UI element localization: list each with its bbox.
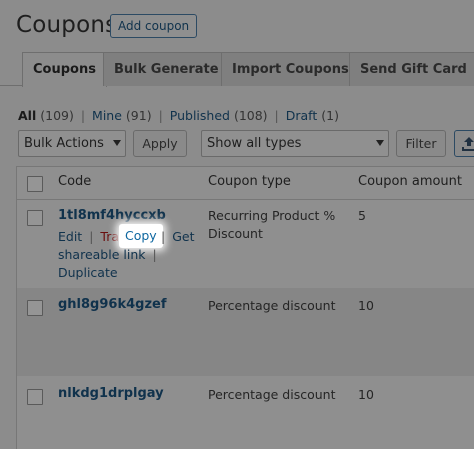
table-header-divider (16, 199, 474, 200)
row-actions-line3: Duplicate (58, 265, 118, 280)
edit-action[interactable]: Edit (58, 229, 82, 244)
coupon-type: Recurring Product % (208, 208, 336, 223)
row-actions-cont: | Get (158, 229, 194, 244)
filter-published[interactable]: Published (170, 108, 230, 123)
filter-all[interactable]: All (18, 108, 36, 123)
tab-coupons[interactable]: Coupons (22, 52, 107, 87)
chevron-down-icon (113, 140, 121, 146)
row-actions-line2: shareable link | (58, 247, 160, 262)
export-button[interactable] (454, 130, 474, 157)
get-shareable-link-action[interactable]: Get (172, 229, 194, 244)
filter-draft[interactable]: Draft (286, 108, 318, 123)
bulk-actions-select[interactable]: Bulk Actions (18, 130, 126, 157)
action-separator: | (152, 247, 157, 262)
coupon-type-value: Show all types (207, 136, 302, 151)
coupon-code-link[interactable]: 1tl8mf4hyccxb (58, 208, 166, 223)
page-title: Coupons (16, 12, 118, 38)
upload-icon (462, 137, 474, 151)
column-header-code[interactable]: Code (58, 174, 91, 189)
column-header-coupon-type: Coupon type (208, 174, 291, 189)
coupon-amount: 5 (358, 208, 366, 223)
bulk-actions-value: Bulk Actions (24, 136, 104, 151)
coupon-code-link[interactable]: nlkdg1drplgay (58, 386, 164, 401)
tab-send-gift-card[interactable]: Send Gift Card (349, 52, 474, 86)
coupon-type-line2: Discount (208, 226, 263, 241)
coupon-type: Percentage discount (208, 298, 336, 313)
add-coupon-button[interactable]: Add coupon (110, 14, 198, 38)
tab-bulk-generate[interactable]: Bulk Generate (103, 52, 230, 86)
row-checkbox[interactable] (27, 389, 43, 405)
chevron-down-icon (376, 140, 384, 146)
coupon-type: Percentage discount (208, 387, 336, 402)
copy-action[interactable]: Copy (119, 224, 163, 248)
get-shareable-link-action-cont[interactable]: shareable link (58, 247, 146, 262)
coupon-type-select[interactable]: Show all types (201, 130, 389, 157)
select-all-checkbox[interactable] (27, 176, 43, 192)
action-separator: | (89, 229, 94, 244)
coupon-amount: 10 (358, 387, 374, 402)
row-checkbox[interactable] (27, 300, 43, 316)
filter-all-count: (109) (40, 108, 74, 123)
filter-mine-count: (91) (125, 108, 152, 123)
filter-separator: | (80, 108, 86, 123)
filter-draft-count: (1) (321, 108, 339, 123)
filter-published-count: (108) (233, 108, 268, 123)
column-header-coupon-amount: Coupon amount (358, 174, 463, 189)
status-filters: All (109) | Mine (91) | Published (108) … (18, 108, 339, 123)
coupon-code-link[interactable]: ghl8g96k4gzef (58, 297, 167, 312)
action-separator: | (161, 229, 166, 244)
coupon-amount: 10 (358, 298, 374, 313)
row-checkbox[interactable] (27, 210, 43, 226)
filter-separator: | (158, 108, 163, 123)
filter-button[interactable]: Filter (396, 130, 446, 157)
apply-button[interactable]: Apply (133, 130, 187, 157)
filter-mine[interactable]: Mine (92, 108, 122, 123)
tab-import-coupons[interactable]: Import Coupons (221, 52, 360, 86)
duplicate-action[interactable]: Duplicate (58, 265, 118, 280)
filter-separator: | (274, 108, 279, 123)
